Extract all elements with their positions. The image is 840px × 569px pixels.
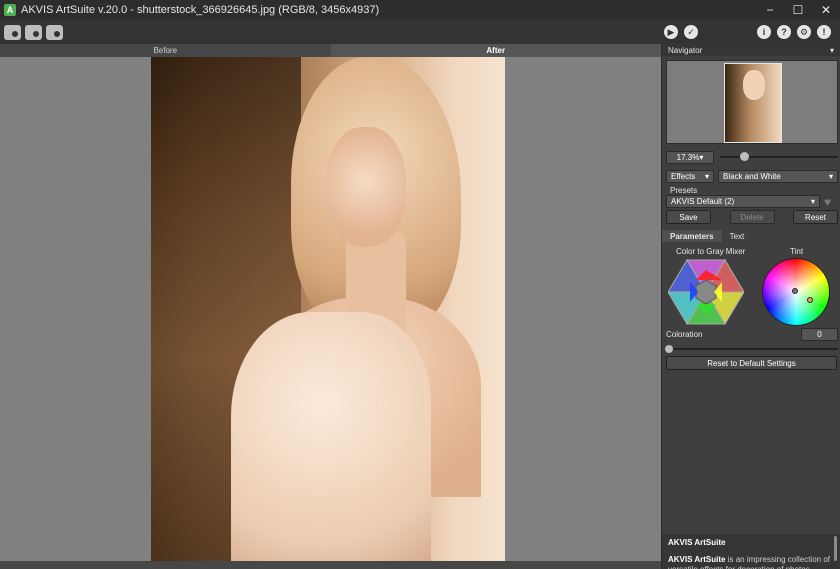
reset-preset-button[interactable]: Reset: [793, 210, 838, 224]
settings-panel: Navigator ▾ 17.3% ▾ Effects ▾ Black and Wh…: [661, 44, 840, 569]
tint-color-handle[interactable]: [807, 297, 813, 303]
photo-dress: [231, 312, 431, 561]
toolbar: [0, 20, 840, 44]
tab-parameters[interactable]: Parameters: [662, 230, 722, 242]
image-canvas[interactable]: [0, 57, 661, 561]
preset-row: AKVIS Default (2) ▾ ♥: [666, 195, 838, 208]
collapse-icon[interactable]: ▾: [830, 46, 834, 55]
effect-selected: Black and White: [723, 172, 781, 181]
print-image-icon[interactable]: [46, 24, 63, 40]
favorite-heart-icon[interactable]: ♥: [824, 196, 836, 208]
info-icon[interactable]: i: [757, 25, 771, 39]
navigator-preview[interactable]: [666, 60, 838, 144]
run-icon[interactable]: ▶: [664, 25, 678, 39]
effects-label: Effects: [671, 172, 696, 181]
help-icon[interactable]: ?: [777, 25, 791, 39]
tab-text[interactable]: Text: [722, 230, 753, 242]
coloration-input[interactable]: 0: [801, 328, 838, 341]
save-preset-button[interactable]: Save: [666, 210, 711, 224]
mixer-label: Color to Gray Mixer: [676, 247, 746, 256]
reset-to-defaults-button[interactable]: Reset to Default Settings: [666, 356, 837, 370]
view-tabs: Before After: [0, 44, 661, 57]
result-photo[interactable]: [151, 57, 505, 561]
toolbar-right-group: i ? ⚙ !: [757, 25, 831, 39]
zoom-slider[interactable]: [720, 152, 838, 161]
status-strip: [0, 561, 661, 569]
zoom-select[interactable]: 17.3% ▾: [666, 150, 714, 164]
maximize-button[interactable]: ☐: [784, 0, 812, 20]
apply-icon[interactable]: ✓: [684, 25, 698, 39]
coloration-slider[interactable]: [665, 345, 838, 353]
preset-select[interactable]: AKVIS Default (2) ▾: [666, 195, 820, 208]
settings-icon[interactable]: ⚙: [797, 25, 811, 39]
window-title: AKVIS ArtSuite v.20.0 - shutterstock_366…: [21, 4, 380, 16]
help-brand: AKVIS ArtSuite: [668, 555, 726, 564]
zoom-row: 17.3% ▾: [666, 150, 838, 164]
help-scrollbar[interactable]: [834, 536, 837, 561]
tint-color-wheel[interactable]: [762, 258, 830, 326]
chevron-down-icon: ▾: [810, 197, 815, 206]
window-controls: − ☐ ✕: [756, 0, 840, 20]
save-image-icon[interactable]: [25, 24, 42, 40]
minimize-button[interactable]: −: [756, 0, 784, 20]
mixer-hexagon-icon[interactable]: [667, 258, 745, 326]
coloration-slider-handle[interactable]: [665, 345, 673, 353]
chevron-down-icon: ▾: [828, 172, 833, 181]
color-gray-mixer[interactable]: [667, 258, 745, 326]
zoom-value: 17.3%: [676, 152, 700, 162]
help-title: AKVIS ArtSuite: [668, 538, 726, 547]
navigator-title: Navigator: [668, 45, 703, 55]
navigator-header: Navigator ▾: [662, 44, 840, 56]
close-button[interactable]: ✕: [812, 0, 840, 20]
preset-buttons: Save Delete Reset: [666, 210, 838, 224]
app-logo-icon: A: [4, 4, 16, 16]
zoom-slider-handle[interactable]: [740, 152, 749, 161]
delete-preset-button[interactable]: Delete: [729, 210, 775, 224]
effects-button[interactable]: Effects ▾: [666, 170, 714, 183]
presets-label: Presets: [670, 186, 698, 195]
title-bar: A AKVIS ArtSuite v.20.0 - shutterstock_3…: [0, 0, 840, 20]
help-panel: AKVIS ArtSuite AKVIS ArtSuite is an impr…: [662, 534, 840, 569]
help-text: AKVIS ArtSuite is an impressing collecti…: [668, 555, 835, 569]
coloration-label: Coloration: [666, 330, 703, 339]
photo-face: [326, 127, 406, 247]
tint-center-handle[interactable]: [792, 288, 798, 294]
preset-selected: AKVIS Default (2): [671, 197, 735, 206]
chevron-down-icon: ▾: [704, 172, 709, 181]
tab-after[interactable]: After: [330, 44, 661, 57]
navigator-thumbnail[interactable]: [724, 63, 782, 143]
effect-select[interactable]: Black and White ▾: [718, 170, 838, 183]
open-image-icon[interactable]: [4, 24, 21, 40]
tab-before[interactable]: Before: [0, 44, 331, 57]
parameter-tabs: Parameters Text: [662, 230, 840, 242]
tint-label: Tint: [790, 247, 804, 256]
effects-row: Effects ▾ Black and White ▾: [666, 170, 838, 183]
notifications-icon[interactable]: !: [817, 25, 831, 39]
